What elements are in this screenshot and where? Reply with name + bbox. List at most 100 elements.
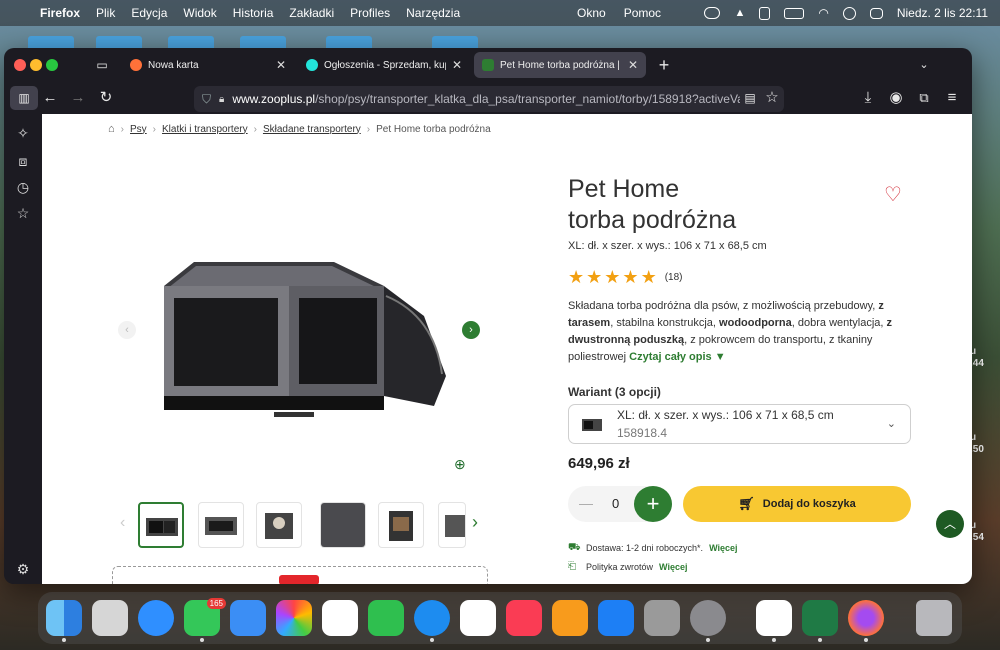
battery-icon[interactable] bbox=[784, 7, 805, 19]
home-icon[interactable]: ⌂ bbox=[108, 123, 115, 135]
app-store-icon[interactable] bbox=[598, 600, 634, 636]
menu-okno[interactable]: Okno bbox=[577, 6, 606, 20]
menu-edycja[interactable]: Edycja bbox=[131, 6, 167, 20]
read-more-link[interactable]: Czytaj cały opis ▼ bbox=[629, 351, 725, 363]
excel-icon[interactable] bbox=[802, 600, 838, 642]
bookmarks-icon[interactable]: ☆ bbox=[14, 204, 32, 222]
control-center-icon[interactable] bbox=[869, 7, 883, 19]
breadcrumb-link-klatki[interactable]: Klatki i transportery bbox=[162, 124, 248, 135]
search-icon[interactable] bbox=[842, 6, 856, 20]
new-tab-button[interactable]: + bbox=[654, 55, 674, 75]
list-all-tabs-icon[interactable]: ⌄ bbox=[914, 55, 934, 75]
desktop-folder-icon[interactable] bbox=[96, 36, 142, 48]
pages-icon[interactable] bbox=[552, 600, 588, 636]
close-tab-icon[interactable]: ✕ bbox=[276, 58, 286, 72]
drive-warning-icon[interactable]: ▲ bbox=[734, 7, 745, 19]
perplexity-icon[interactable] bbox=[756, 600, 792, 642]
tab-ogloszenia[interactable]: Ogłoszenia - Sprzedam, kupię n ✕ bbox=[298, 52, 470, 78]
menubar-datetime[interactable]: Niedz. 2 lis 22:11 bbox=[897, 6, 988, 20]
reload-icon[interactable]: ↻ bbox=[96, 88, 116, 108]
back-icon[interactable]: ← bbox=[40, 88, 60, 108]
review-count[interactable]: (18) bbox=[665, 272, 683, 283]
tab-manager-icon[interactable]: ▭ bbox=[92, 55, 112, 75]
account-icon[interactable]: ◉ bbox=[886, 88, 906, 108]
synced-tabs-icon[interactable]: ⧈ bbox=[14, 152, 32, 170]
desktop-folder-icon[interactable] bbox=[432, 36, 478, 48]
variant-select[interactable]: XL: dł. x szer. x wys.: 106 x 71 x 68,5 … bbox=[568, 404, 911, 444]
delivery-more-link[interactable]: Więcej bbox=[709, 543, 737, 553]
menu-app-name[interactable]: Firefox bbox=[40, 6, 80, 20]
menu-plik[interactable]: Plik bbox=[96, 6, 115, 20]
quantity-value[interactable]: 0 bbox=[612, 496, 619, 511]
music-icon[interactable] bbox=[506, 600, 542, 636]
thumbnail-1[interactable] bbox=[138, 502, 184, 548]
menu-pomoc[interactable]: Pomoc bbox=[624, 6, 661, 20]
apple-menu-icon[interactable] bbox=[10, 6, 24, 20]
calculator-icon[interactable] bbox=[644, 600, 680, 636]
thumbnail-5[interactable] bbox=[378, 502, 424, 548]
launchpad-icon[interactable] bbox=[92, 600, 128, 636]
forward-icon[interactable]: → bbox=[68, 88, 88, 108]
menu-profiles[interactable]: Profiles bbox=[350, 6, 390, 20]
downloads-icon[interactable]: ⤓ bbox=[858, 88, 878, 108]
product-main-image[interactable] bbox=[154, 256, 450, 428]
image-next-button[interactable]: › bbox=[462, 321, 480, 339]
rating-stars[interactable]: ★ ★ ★ ★ ★ (18) bbox=[568, 268, 683, 286]
thumbs-next-icon[interactable]: › bbox=[472, 512, 478, 533]
sidebar-toggle-icon[interactable]: ▥ bbox=[10, 86, 38, 110]
thumbnail-2[interactable] bbox=[198, 502, 244, 548]
add-to-cart-button[interactable]: 🛒︎ Dodaj do koszyka bbox=[683, 486, 911, 522]
trash-icon[interactable] bbox=[916, 600, 952, 636]
lock-icon[interactable]: 🔒︎ bbox=[219, 94, 224, 105]
menu-narzedzia[interactable]: Narzędzia bbox=[406, 6, 460, 20]
breadcrumb-link-psy[interactable]: Psy bbox=[130, 124, 147, 135]
thumbs-prev-icon[interactable]: ‹ bbox=[120, 514, 125, 532]
wishlist-heart-icon[interactable]: ♡ bbox=[884, 182, 902, 207]
desktop-folder-icon[interactable] bbox=[240, 36, 286, 48]
mail-icon[interactable] bbox=[230, 600, 266, 636]
photos-icon[interactable] bbox=[276, 600, 312, 636]
ai-chatbot-icon[interactable]: ✧ bbox=[14, 124, 32, 142]
zoom-window-button[interactable] bbox=[46, 59, 58, 71]
desktop-folder-icon[interactable] bbox=[168, 36, 214, 48]
image-prev-button[interactable]: ‹ bbox=[118, 321, 136, 339]
returns-more-link[interactable]: Więcej bbox=[659, 562, 687, 572]
safari-icon[interactable] bbox=[138, 600, 174, 636]
close-window-button[interactable] bbox=[14, 59, 26, 71]
scroll-to-top-button[interactable]: ︿ bbox=[936, 510, 964, 538]
menu-zakladki[interactable]: Zakładki bbox=[289, 6, 334, 20]
reminders-icon[interactable] bbox=[322, 600, 358, 636]
menu-widok[interactable]: Widok bbox=[183, 6, 216, 20]
quantity-minus-button[interactable]: — bbox=[578, 495, 594, 511]
extensions-icon[interactable]: ⧉ bbox=[914, 88, 934, 108]
history-icon[interactable]: ◷ bbox=[14, 178, 32, 196]
tab-nowa-karta[interactable]: Nowa karta ✕ bbox=[122, 52, 294, 78]
tab-pet-home[interactable]: Pet Home torba podróżna | w zo ✕ bbox=[474, 52, 646, 78]
clipboard-icon[interactable] bbox=[759, 6, 771, 20]
url-bar[interactable]: ⛉ 🔒︎ www.zooplus.pl/shop/psy/transporter… bbox=[194, 86, 784, 112]
bookmark-star-icon[interactable]: ☆ bbox=[762, 88, 782, 108]
creative-cloud-icon[interactable] bbox=[704, 7, 721, 19]
messages-icon[interactable]: 165 bbox=[184, 598, 226, 642]
facetime-icon[interactable] bbox=[368, 600, 404, 636]
shield-icon[interactable]: ⛉ bbox=[202, 92, 211, 107]
zoom-icon[interactable]: ⊕ bbox=[454, 456, 466, 473]
firefox-dock-icon[interactable] bbox=[848, 600, 884, 642]
finder-icon[interactable] bbox=[46, 600, 82, 642]
menu-historia[interactable]: Historia bbox=[233, 6, 274, 20]
desktop-folder-icon[interactable] bbox=[28, 36, 74, 48]
thumbnail-6[interactable] bbox=[438, 502, 466, 548]
menu-hamburger-icon[interactable]: ≡ bbox=[942, 88, 962, 108]
customize-sidebar-icon[interactable]: ⚙ bbox=[14, 560, 32, 578]
system-settings-icon[interactable] bbox=[690, 600, 726, 642]
close-tab-icon[interactable]: ✕ bbox=[628, 58, 638, 72]
wifi-icon[interactable]: ◠ bbox=[818, 6, 828, 20]
quantity-plus-button[interactable]: + bbox=[634, 486, 672, 522]
thumbnail-3[interactable] bbox=[256, 502, 302, 548]
minimize-window-button[interactable] bbox=[30, 59, 42, 71]
thumbnail-4[interactable] bbox=[320, 502, 366, 548]
freeform-icon[interactable] bbox=[460, 600, 496, 636]
desktop-folder-icon[interactable] bbox=[326, 36, 372, 48]
vpn-icon[interactable] bbox=[414, 600, 450, 642]
reader-view-icon[interactable]: ▤ bbox=[740, 88, 760, 108]
